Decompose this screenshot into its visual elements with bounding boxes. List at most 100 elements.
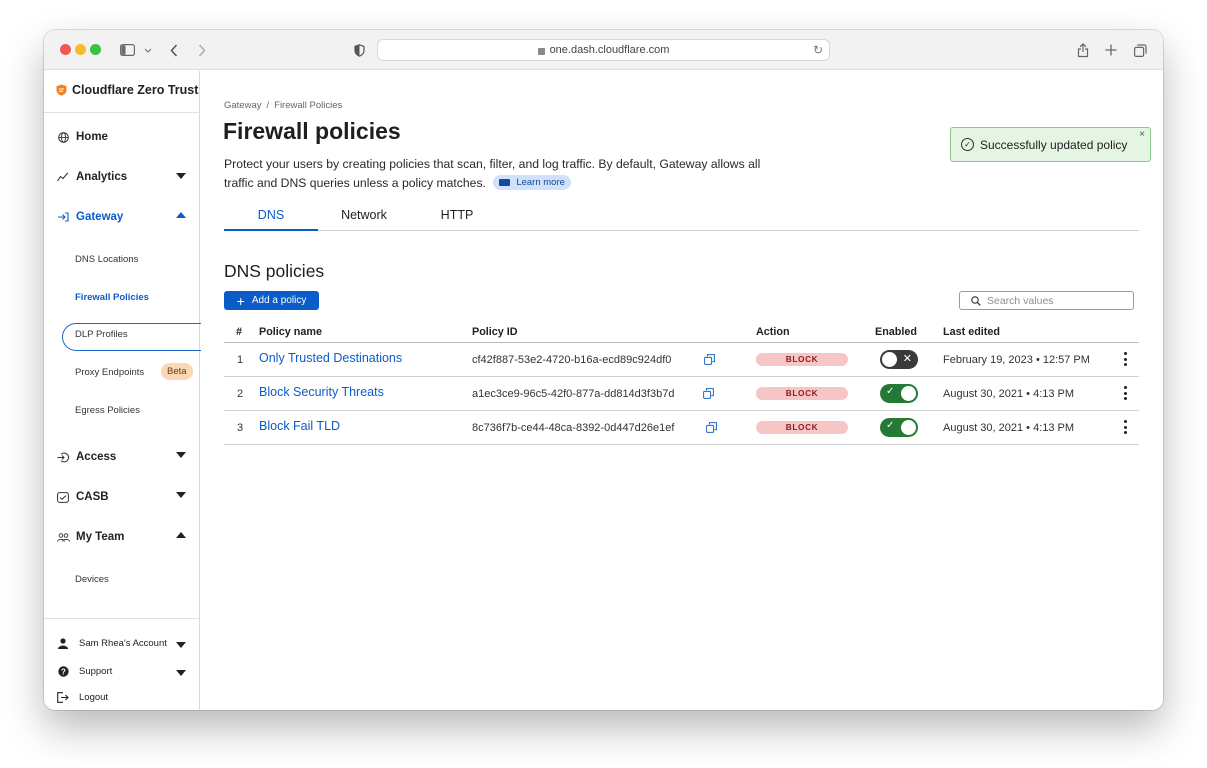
column-header-enabled[interactable]: Enabled (875, 326, 917, 338)
sidebar-item-label: Gateway (76, 211, 124, 223)
search-box[interactable] (959, 291, 1134, 310)
caret-down-icon[interactable] (176, 173, 186, 179)
back-icon[interactable] (168, 40, 180, 60)
more-options-icon[interactable] (1124, 386, 1128, 400)
copy-icon[interactable] (703, 388, 714, 399)
check-circle-icon: ✓ (961, 138, 974, 151)
support-menu[interactable]: ? Support (56, 666, 112, 677)
sidebar-subitem-dns-locations[interactable]: DNS Locations (75, 254, 138, 265)
sidebar-item-label: CASB (76, 491, 109, 503)
enabled-toggle[interactable]: ✕ (880, 350, 918, 369)
sidebar-subitem-devices[interactable]: Devices (75, 574, 109, 585)
caret-down-icon[interactable] (176, 642, 186, 648)
main-content: Gateway / Firewall Policies Firewall polic… (201, 71, 1163, 710)
maximize-window-button[interactable] (90, 44, 101, 55)
breadcrumb: Gateway / Firewall Policies (224, 100, 342, 111)
account-menu[interactable]: Sam Rhea's Account (56, 638, 167, 649)
tab-overview-icon[interactable] (1133, 40, 1147, 60)
policy-name-link[interactable]: Only Trusted Destinations (259, 351, 402, 365)
sidebar-item-gateway[interactable]: Gateway (56, 211, 123, 223)
search-icon (971, 295, 981, 306)
sidebar-item-my-team[interactable]: My Team (56, 531, 124, 543)
brand-name: Cloudflare Zero Trust (72, 83, 199, 97)
chevron-down-icon[interactable] (143, 40, 153, 60)
more-options-icon[interactable] (1124, 420, 1128, 434)
sidebar-item-label: Home (76, 131, 108, 143)
learn-more-link[interactable]: Learn more (493, 175, 571, 190)
sidebar-subitem-egress-policies[interactable]: Egress Policies (75, 405, 140, 416)
sidebar-item-analytics[interactable]: Analytics (56, 171, 127, 183)
share-icon[interactable] (1076, 40, 1090, 60)
sidebar-item-label: Access (76, 451, 117, 463)
privacy-shield-icon[interactable] (352, 40, 366, 60)
copy-icon[interactable] (704, 354, 715, 365)
team-icon (56, 532, 70, 542)
forward-icon[interactable] (196, 40, 208, 60)
sidebar-item-casb[interactable]: CASB (56, 491, 109, 503)
check-icon: ✓ (886, 386, 895, 397)
logout-link[interactable]: Logout (56, 692, 108, 703)
page-description: Protect your users by creating policies … (224, 155, 764, 193)
description-text: Protect your users by creating policies … (224, 157, 761, 190)
column-header-action[interactable]: Action (756, 326, 790, 338)
caret-down-icon[interactable] (176, 452, 186, 458)
more-options-icon[interactable] (1124, 352, 1128, 366)
caret-up-icon[interactable] (176, 212, 186, 218)
tab-http[interactable]: HTTP (410, 208, 504, 231)
sidebar-subitem-dlp-profiles[interactable]: DLP Profiles (75, 329, 128, 340)
casb-icon (56, 491, 70, 503)
toast-message: Successfully updated policy (980, 137, 1128, 152)
sidebar-item-home[interactable]: Home (56, 131, 108, 143)
close-window-button[interactable] (60, 44, 71, 55)
logout-label: Logout (79, 692, 109, 703)
action-badge: BLOCK (756, 421, 848, 434)
policy-id: cf42f887-53e2-4720-b16a-ecd89c924df0 (472, 354, 672, 366)
minimize-window-button[interactable] (75, 44, 86, 55)
caret-up-icon[interactable] (176, 532, 186, 538)
svg-text:?: ? (61, 667, 66, 676)
table-row[interactable]: 3 Block Fail TLD 8c736f7b-ce44-48ca-8392… (224, 411, 1139, 445)
last-edited: August 30, 2021 • 4:13 PM (943, 422, 1075, 434)
breadcrumb-firewall-policies: Firewall Policies (274, 100, 343, 111)
new-tab-icon[interactable] (1104, 40, 1118, 60)
enabled-toggle[interactable]: ✓ (880, 384, 918, 403)
tab-dns[interactable]: DNS (224, 208, 318, 231)
url-text: one.dash.cloudflare.com (549, 44, 670, 56)
sidebar-toggle-icon[interactable] (119, 40, 135, 60)
sidebar-subitem-firewall-policies[interactable]: Firewall Policies (75, 292, 149, 303)
table-row[interactable]: 2 Block Security Threats a1ec3ce9-96c5-4… (224, 377, 1139, 411)
column-header-policy-id[interactable]: Policy ID (472, 326, 518, 338)
check-icon: ✓ (886, 420, 895, 431)
caret-down-icon[interactable] (176, 670, 186, 676)
section-title: DNS policies (224, 261, 325, 281)
policy-name-link[interactable]: Block Security Threats (259, 385, 384, 399)
add-policy-button[interactable]: + Add a policy (224, 291, 319, 310)
sidebar-subitem-proxy-endpoints[interactable]: Proxy Endpoints (75, 367, 144, 378)
sidebar-item-access[interactable]: Access (56, 451, 116, 463)
search-input[interactable] (987, 294, 1127, 307)
enabled-toggle[interactable]: ✓ (880, 418, 918, 437)
column-header-last-edited[interactable]: Last edited (943, 326, 1000, 338)
page-title: Firewall policies (223, 118, 401, 144)
reload-icon[interactable]: ↻ (813, 43, 823, 57)
copy-icon[interactable] (706, 422, 717, 433)
account-label: Sam Rhea's Account (79, 638, 167, 649)
brand[interactable]: Cloudflare Zero Trust (56, 83, 198, 97)
user-icon (56, 638, 70, 649)
policy-name-link[interactable]: Block Fail TLD (259, 419, 340, 433)
browser-toolbar: one.dash.cloudflare.com ↻ (44, 30, 1163, 70)
table-row[interactable]: 1 Only Trusted Destinations cf42f887-53e… (224, 343, 1139, 377)
caret-down-icon[interactable] (176, 492, 186, 498)
book-icon (499, 179, 511, 186)
action-badge: BLOCK (756, 353, 848, 366)
help-icon: ? (56, 666, 70, 677)
breadcrumb-gateway[interactable]: Gateway (224, 100, 262, 111)
last-edited: August 30, 2021 • 4:13 PM (943, 388, 1075, 400)
policy-tabs: DNS Network HTTP (224, 205, 1139, 231)
column-header-policy-name[interactable]: Policy name (259, 326, 322, 338)
sidebar-item-label: My Team (76, 531, 125, 543)
beta-badge: Beta (161, 363, 193, 380)
address-bar[interactable]: one.dash.cloudflare.com ↻ (377, 39, 830, 61)
close-icon[interactable]: × (1139, 129, 1145, 140)
tab-network[interactable]: Network (318, 208, 410, 231)
